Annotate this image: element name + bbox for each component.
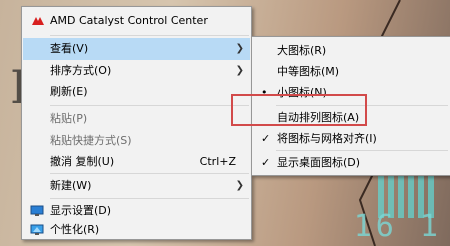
menu-item-amd-catalyst[interactable]: AMD Catalyst Control Center [23, 10, 250, 32]
submenu-item-large-icons[interactable]: 大图标(R) [253, 40, 449, 62]
menu-item-view[interactable]: 查看(V) ❯ [23, 38, 250, 60]
display-settings-icon [30, 205, 44, 216]
menu-item-personalize[interactable]: 个性化(R) [23, 219, 250, 241]
highlight-annotation-box [231, 94, 367, 126]
submenu-item-align-grid[interactable]: ✓ 将图标与网格对齐(I) [253, 128, 449, 150]
submenu-item-label: 显示桌面图标(D) [277, 156, 361, 169]
menu-item-label: 新建(W) [50, 179, 92, 192]
menu-item-paste: 粘贴(P) [23, 108, 250, 130]
chevron-right-icon: ❯ [235, 43, 244, 54]
menu-item-undo-copy[interactable]: 撤消 复制(U) Ctrl+Z [23, 151, 250, 173]
submenu-item-label: 将图标与网格对齐(I) [277, 132, 377, 145]
wallpaper-digits: 16 1 [353, 209, 442, 244]
submenu-item-label: 中等图标(M) [277, 65, 340, 78]
menu-item-new[interactable]: 新建(W) ❯ [23, 175, 250, 197]
personalize-icon [30, 224, 44, 235]
submenu-item-label: 大图标(R) [277, 44, 327, 57]
amd-icon [32, 17, 44, 25]
menu-item-label: 显示设置(D) [50, 204, 112, 217]
submenu-item-show-desktop-icons[interactable]: ✓ 显示桌面图标(D) [253, 152, 449, 174]
menu-item-label: 粘贴快捷方式(S) [50, 134, 132, 147]
check-icon: ✓ [261, 156, 271, 169]
menu-item-sort-by[interactable]: 排序方式(O) ❯ [23, 60, 250, 82]
submenu-item-medium-icons[interactable]: 中等图标(M) [253, 61, 449, 83]
menu-item-label: 撤消 复制(U) [50, 155, 115, 168]
menu-item-refresh[interactable]: 刷新(E) [23, 81, 250, 103]
menu-item-label: 刷新(E) [50, 85, 88, 98]
shortcut-label: Ctrl+Z [199, 155, 236, 168]
menu-item-label: 粘贴(P) [50, 112, 88, 125]
menu-separator [276, 150, 448, 151]
desktop-context-menu: AMD Catalyst Control Center 查看(V) ❯ 排序方式… [21, 6, 252, 240]
menu-item-paste-shortcut: 粘贴快捷方式(S) [23, 130, 250, 152]
check-icon: ✓ [261, 132, 271, 145]
chevron-right-icon: ❯ [235, 65, 244, 76]
menu-item-label: 个性化(R) [50, 223, 100, 236]
chevron-right-icon: ❯ [235, 180, 244, 191]
menu-item-label: 排序方式(O) [50, 64, 112, 77]
menu-item-label: AMD Catalyst Control Center [50, 14, 208, 27]
menu-item-label: 查看(V) [50, 42, 89, 55]
menu-separator [50, 173, 249, 174]
menu-separator [50, 105, 249, 106]
menu-separator [50, 35, 249, 36]
menu-separator [50, 198, 249, 199]
